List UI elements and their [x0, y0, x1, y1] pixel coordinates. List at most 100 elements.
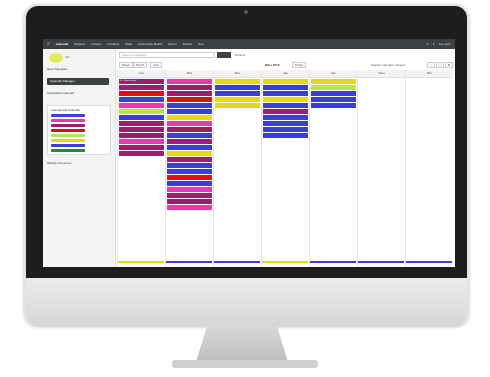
calendar-event[interactable] — [119, 145, 164, 150]
view-month-button[interactable]: Month — [133, 62, 148, 68]
calendar-event[interactable]: 9h - Réunion prép. — [119, 79, 164, 84]
calendar-event[interactable] — [215, 103, 260, 108]
sidebar-heading[interactable]: New Calendars — [47, 67, 111, 73]
bottom-event-bar[interactable] — [214, 261, 260, 263]
calendar-event[interactable] — [167, 151, 212, 156]
calendar-event[interactable] — [215, 97, 260, 102]
calendar-event[interactable] — [167, 97, 212, 102]
search-button[interactable] — [217, 52, 231, 58]
search-input[interactable]: Search in agenda... — [119, 52, 215, 58]
sidebar-link-weekly[interactable]: Weekly Document — [47, 161, 111, 165]
today-button[interactable]: Today — [292, 62, 307, 68]
sidebar-link-subscribed[interactable]: Subscribed calendar — [47, 91, 111, 95]
nav-item-tool[interactable]: Tool — [198, 42, 204, 46]
nav-item-tickets[interactable]: Tickets — [183, 42, 192, 46]
calendar-event[interactable] — [263, 103, 308, 108]
calendar-event[interactable] — [167, 181, 212, 186]
calendar-event[interactable] — [167, 127, 212, 132]
calendar-event[interactable] — [263, 85, 308, 90]
options-label[interactable]: Options — [235, 53, 245, 57]
bottom-event-bar[interactable] — [166, 261, 212, 263]
agenda-calendar-swatch[interactable] — [51, 124, 85, 127]
calendar-event[interactable] — [167, 193, 212, 198]
agenda-calendar-swatch[interactable] — [51, 129, 85, 132]
nav-item-forum[interactable]: Forum — [168, 42, 177, 46]
calendar-event[interactable] — [263, 115, 308, 120]
calendar-event[interactable] — [311, 103, 356, 108]
calendar-event[interactable] — [119, 127, 164, 132]
agenda-calendar-swatch[interactable] — [51, 149, 85, 152]
bottom-event-bar[interactable] — [406, 261, 452, 263]
prev-arrow-icon[interactable]: ‹ — [427, 62, 435, 68]
nav-item-projects[interactable]: Projects — [75, 42, 86, 46]
calendar-event[interactable] — [215, 79, 260, 84]
view-year-button[interactable]: Year — [150, 62, 163, 68]
edit-icon[interactable]: ✎ — [426, 42, 429, 46]
day-column[interactable]: Lun 9h - Réunion prép. — [117, 70, 165, 267]
calendar-event[interactable] — [167, 145, 212, 150]
calendar-event[interactable] — [167, 85, 212, 90]
bottom-event-bar[interactable] — [310, 261, 356, 263]
calendar-event[interactable] — [311, 79, 356, 84]
agenda-calendar-swatch[interactable] — [51, 139, 85, 142]
calendar-event[interactable] — [167, 79, 212, 84]
calendar-event[interactable] — [119, 115, 164, 120]
calendar-event[interactable] — [263, 109, 308, 114]
calendar-event[interactable] — [167, 163, 212, 168]
menu-icon[interactable]: ☰ — [47, 42, 50, 46]
calendar-event[interactable] — [119, 91, 164, 96]
user-name[interactable]: Keo Apro — [439, 42, 451, 46]
day-column[interactable]: Mer — [213, 70, 261, 267]
nav-item-stats[interactable]: Stats — [125, 42, 132, 46]
calendar-event[interactable] — [119, 97, 164, 102]
calendar-event[interactable] — [119, 121, 164, 126]
calendar-event[interactable] — [263, 121, 308, 126]
calendar-event[interactable] — [119, 139, 164, 144]
calendar-event[interactable] — [167, 91, 212, 96]
user-icon[interactable]: ● — [433, 42, 435, 46]
view-week-button[interactable]: Week — [119, 62, 133, 68]
calendar-event[interactable] — [215, 85, 260, 90]
calendar-event[interactable] — [167, 121, 212, 126]
calendar-event[interactable] — [215, 91, 260, 96]
calendar-event[interactable] — [167, 109, 212, 114]
calendar-event[interactable] — [119, 133, 164, 138]
settings-icon[interactable]: ⚙ — [445, 62, 453, 68]
calendar-event[interactable] — [263, 91, 308, 96]
calendar-event[interactable] — [311, 91, 356, 96]
calendar-event[interactable] — [263, 79, 308, 84]
calendar-event[interactable] — [311, 97, 356, 102]
agenda-calendar-swatch[interactable] — [51, 134, 85, 137]
calendar-event[interactable] — [167, 199, 212, 204]
calendar-event[interactable] — [119, 151, 164, 156]
day-column[interactable]: Dim — [405, 70, 453, 267]
nav-item-community-board[interactable]: Community Board — [138, 42, 162, 46]
calendar-event[interactable] — [167, 175, 212, 180]
day-column[interactable]: Mar — [165, 70, 213, 267]
calendar-event[interactable] — [119, 109, 164, 114]
calendar-event[interactable] — [119, 103, 164, 108]
nav-item-calendar[interactable]: Calendar — [56, 42, 69, 46]
calendar-event[interactable] — [263, 97, 308, 102]
calendar-event[interactable] — [167, 133, 212, 138]
bottom-event-bar[interactable] — [358, 261, 404, 263]
calendar-event[interactable] — [167, 157, 212, 162]
calendar-event[interactable] — [263, 133, 308, 138]
nav-item-groups[interactable]: Groups — [91, 42, 101, 46]
agenda-calendar-swatch[interactable] — [51, 144, 85, 147]
calendar-event[interactable] — [263, 127, 308, 132]
calendar-event[interactable] — [167, 169, 212, 174]
bottom-event-bar[interactable] — [118, 261, 164, 263]
day-column[interactable]: Ven — [309, 70, 357, 267]
bottom-event-bar[interactable] — [262, 261, 308, 263]
nav-item-contacts[interactable]: Contacts — [107, 42, 119, 46]
agenda-calendar-swatch[interactable] — [51, 114, 85, 117]
calendar-event[interactable] — [167, 103, 212, 108]
next-arrow-icon[interactable]: › — [436, 62, 444, 68]
calendar-event[interactable] — [119, 85, 164, 90]
display-label[interactable]: Display Calendar / Events — [371, 63, 406, 67]
calendar-event[interactable] — [167, 115, 212, 120]
agenda-calendar-swatch[interactable] — [51, 119, 85, 122]
day-column[interactable]: Sam — [357, 70, 405, 267]
calendar-manager-button[interactable]: Calendar Manager — [47, 78, 109, 85]
